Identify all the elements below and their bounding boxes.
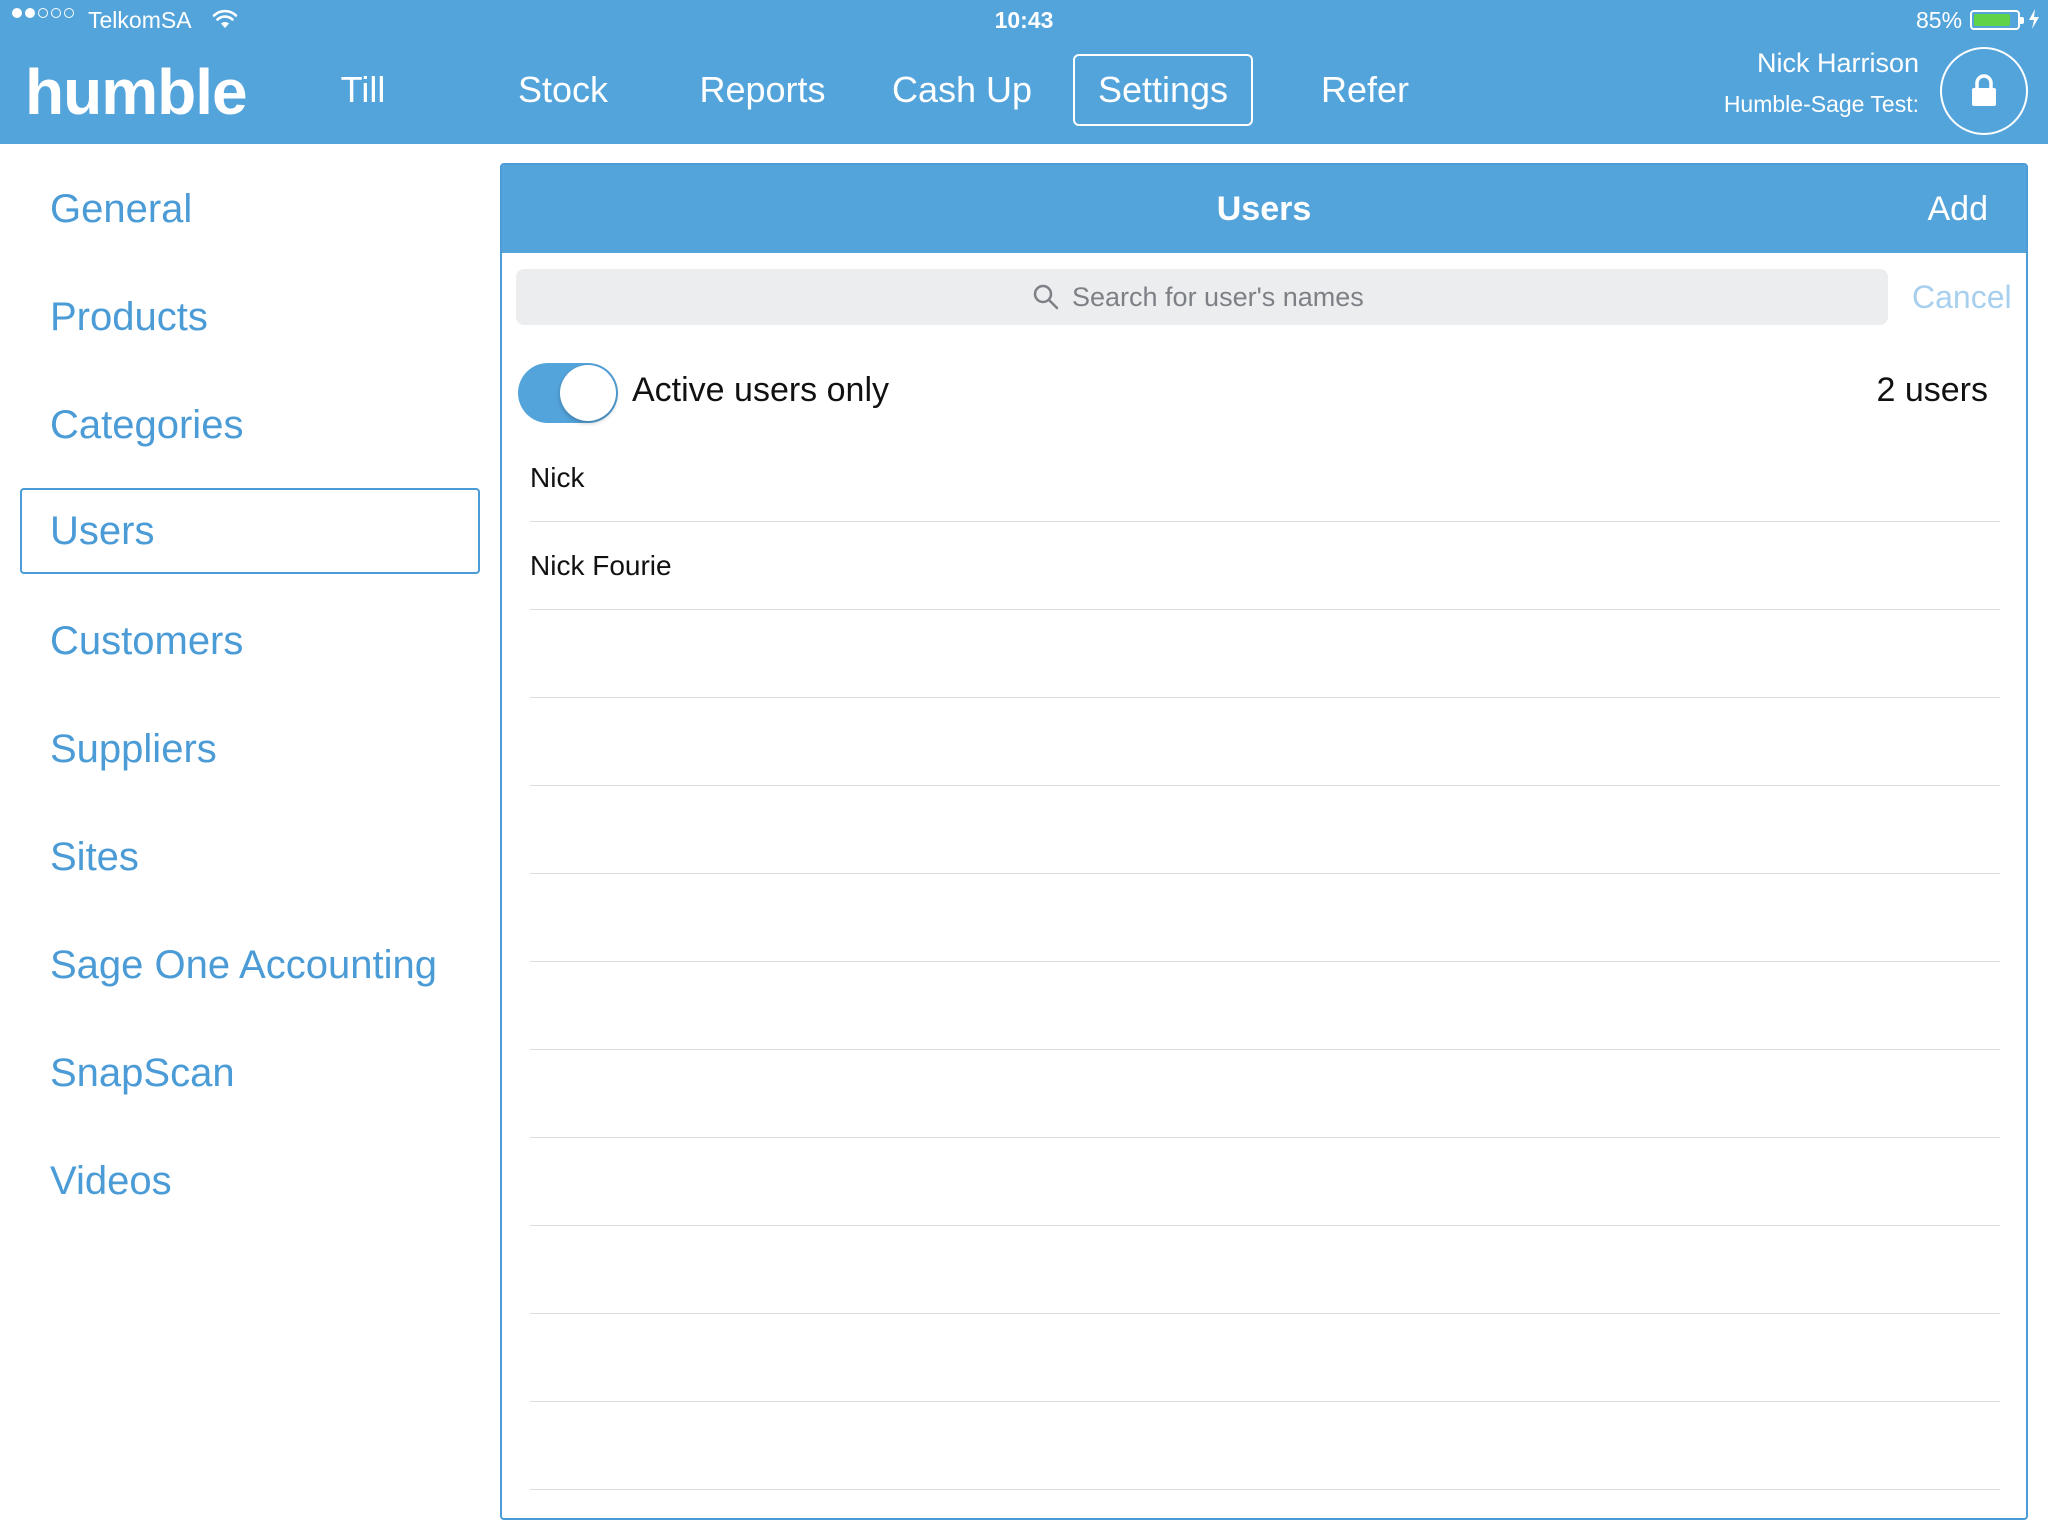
search-cancel-button[interactable]: Cancel <box>1912 269 2012 325</box>
user-row-empty <box>530 1402 2000 1490</box>
active-users-toggle[interactable] <box>518 363 618 423</box>
nav-settings[interactable]: Settings <box>1073 54 1253 126</box>
user-row-empty <box>530 786 2000 874</box>
app-header: TelkomSA 10:43 85% humble Till Stock Rep… <box>0 0 2048 144</box>
battery-percent: 85% <box>1916 7 1963 33</box>
user-row-empty <box>530 610 2000 698</box>
sidebar-item-snapscan[interactable]: SnapScan <box>20 1030 480 1116</box>
user-row-empty <box>530 698 2000 786</box>
charging-bolt-icon <box>2029 9 2039 29</box>
user-row-empty <box>530 1490 2000 1518</box>
status-bar: TelkomSA 10:43 85% <box>0 0 2048 40</box>
user-row-empty <box>530 1314 2000 1402</box>
settings-sidebar: General Products Categories Users Custom… <box>0 144 490 1536</box>
lock-button[interactable] <box>1940 47 2028 135</box>
user-row[interactable]: Nick <box>530 434 2000 522</box>
sidebar-item-general[interactable]: General <box>20 166 480 252</box>
sidebar-item-sites[interactable]: Sites <box>20 814 480 900</box>
humble-logo[interactable]: humble <box>25 54 248 130</box>
user-row-empty <box>530 1138 2000 1226</box>
user-row-empty <box>530 1226 2000 1314</box>
sidebar-item-videos[interactable]: Videos <box>20 1138 480 1224</box>
sidebar-item-sage-one-accounting[interactable]: Sage One Accounting <box>20 922 480 1008</box>
user-list: Nick Nick Fourie <box>530 434 2000 1518</box>
status-time: 10:43 <box>994 7 1054 33</box>
users-panel: Users Add Cancel Active users only 2 use… <box>500 163 2028 1520</box>
current-user-name: Nick Harrison <box>1756 48 1919 78</box>
lock-icon <box>1972 74 1996 106</box>
sidebar-item-customers[interactable]: Customers <box>20 598 480 684</box>
active-users-label: Active users only <box>632 371 889 409</box>
sidebar-item-users[interactable]: Users <box>20 488 480 574</box>
add-user-button[interactable]: Add <box>1928 165 1989 253</box>
user-row-empty <box>530 874 2000 962</box>
nav-stock[interactable]: Stock <box>498 54 628 126</box>
users-panel-header: Users Add <box>502 165 2026 253</box>
nav-till[interactable]: Till <box>308 54 418 126</box>
sidebar-item-products[interactable]: Products <box>20 274 480 360</box>
nav-reports[interactable]: Reports <box>690 54 835 126</box>
search-input[interactable] <box>1072 281 1372 313</box>
battery-icon <box>1970 10 2024 30</box>
toggle-knob <box>560 365 616 421</box>
sidebar-item-suppliers[interactable]: Suppliers <box>20 706 480 792</box>
user-row-empty <box>530 962 2000 1050</box>
search-bar[interactable] <box>516 269 1888 325</box>
user-row-empty <box>530 1050 2000 1138</box>
sidebar-item-categories[interactable]: Categories <box>20 382 480 468</box>
current-site-name: Humble-Sage Test: <box>1723 91 1919 117</box>
search-icon <box>1033 284 1059 310</box>
panel-title: Users <box>1216 190 1312 228</box>
user-row[interactable]: Nick Fourie <box>530 522 2000 610</box>
user-count: 2 users <box>1876 371 1989 409</box>
nav-cash-up[interactable]: Cash Up <box>882 54 1042 126</box>
nav-refer[interactable]: Refer <box>1300 54 1430 126</box>
